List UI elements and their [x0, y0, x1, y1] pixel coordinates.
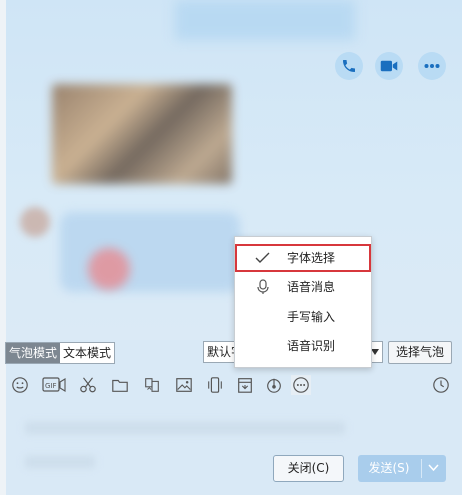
more-options-button[interactable]	[418, 52, 446, 80]
more-tools-button[interactable]	[291, 375, 311, 395]
calendar-icon	[238, 378, 252, 393]
menu-item-label: 语音识别	[287, 339, 336, 353]
more-icon	[424, 64, 440, 68]
gif-icon: GIF	[42, 377, 66, 392]
menu-item-label: 字体选择	[287, 251, 336, 265]
history-icon	[433, 377, 449, 393]
close-button[interactable]: 关闭(C)	[273, 455, 344, 482]
blurred-input-text	[25, 456, 95, 468]
menu-item-voice-message[interactable]: 语音消息	[235, 273, 371, 301]
menu-item-label: 手写输入	[287, 310, 336, 324]
gif-button[interactable]: GIF	[42, 375, 66, 395]
music-button[interactable]	[264, 375, 284, 395]
shake-icon	[208, 377, 222, 393]
text-mode-button[interactable]: 文本模式	[60, 343, 114, 363]
avatar	[20, 207, 50, 237]
folder-icon	[112, 379, 128, 392]
mic-icon	[257, 279, 269, 294]
divider	[421, 459, 422, 478]
video-icon	[380, 60, 398, 72]
send-button-label: 发送(S)	[368, 461, 410, 475]
checkmark-icon	[255, 252, 270, 263]
scissors-icon	[80, 377, 96, 393]
bubble-mode-toggle: 气泡模式 文本模式	[5, 342, 116, 364]
title-bar-blur	[175, 0, 355, 40]
phone-icon	[343, 60, 355, 72]
menu-item-label: 语音消息	[287, 280, 336, 294]
menu-item-font-select[interactable]: 字体选择	[235, 244, 371, 272]
select-bubble-button[interactable]: 选择气泡	[388, 341, 452, 364]
svg-text:GIF: GIF	[45, 382, 57, 390]
image-wall-button[interactable]	[142, 375, 162, 395]
send-button[interactable]: 发送(S)	[358, 455, 446, 482]
blurred-sticker	[88, 248, 130, 290]
blurred-bubble-message	[60, 212, 240, 292]
image-wall-icon	[145, 378, 159, 392]
send-image-button[interactable]	[174, 375, 194, 395]
menu-item-voice-recognition[interactable]: 语音识别	[235, 332, 371, 360]
shake-button[interactable]	[205, 375, 225, 395]
history-button[interactable]	[431, 375, 451, 395]
phone-button[interactable]	[335, 52, 363, 80]
file-button[interactable]	[110, 375, 130, 395]
chevron-down-icon	[371, 349, 379, 355]
more-circle-icon	[293, 377, 309, 393]
emoji-icon	[12, 377, 28, 393]
schedule-button[interactable]	[235, 375, 255, 395]
video-call-button[interactable]	[375, 52, 403, 80]
bubble-options-menu: 字体选择 语音消息 手写输入 语音识别	[234, 236, 372, 368]
window-edge	[0, 0, 6, 495]
menu-item-handwriting[interactable]: 手写输入	[235, 303, 371, 331]
screenshot-button[interactable]	[78, 375, 98, 395]
emoji-button[interactable]	[10, 375, 30, 395]
music-icon	[267, 378, 281, 393]
blurred-image-message	[52, 84, 232, 184]
image-icon	[176, 378, 192, 392]
blurred-input-text	[25, 422, 345, 434]
chevron-down-icon[interactable]	[428, 464, 439, 472]
bubble-mode-button[interactable]: 气泡模式	[6, 343, 61, 363]
